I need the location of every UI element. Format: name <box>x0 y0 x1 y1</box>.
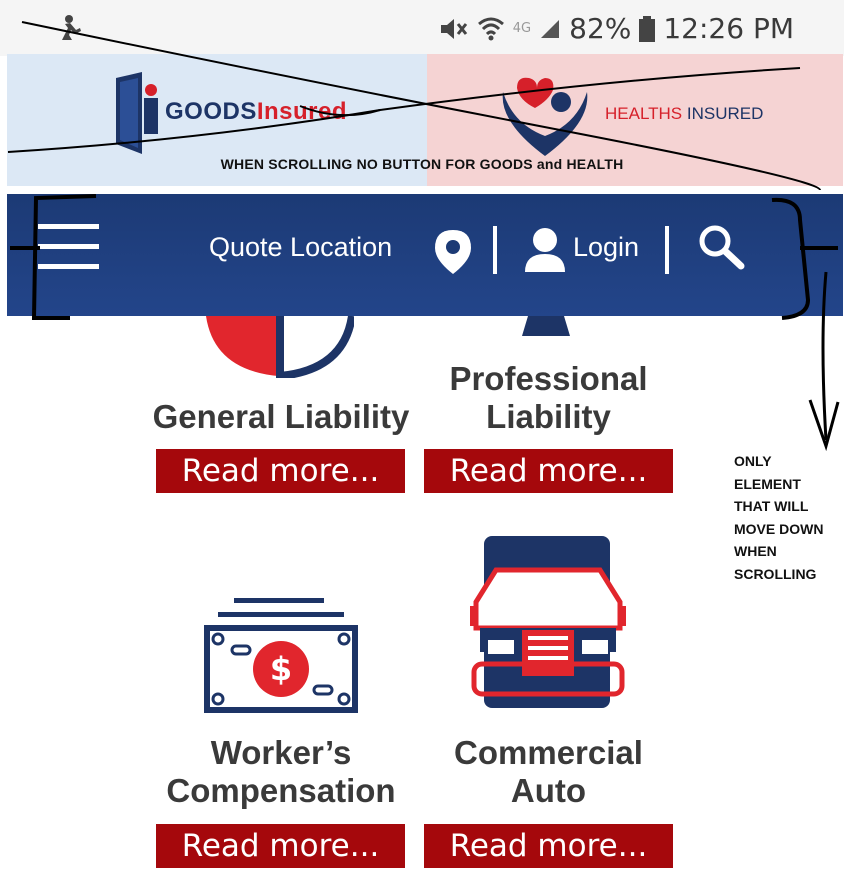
read-more-button-commercial-auto[interactable]: Read more... <box>424 824 673 868</box>
quote-location-link[interactable]: Quote Location <box>209 232 392 263</box>
hamburger-line <box>38 244 99 249</box>
card-title-line: Worker’s <box>210 734 352 771</box>
side-note-line: ELEMENT <box>734 475 801 492</box>
side-note-line: MOVE DOWN <box>734 520 824 537</box>
card-title-line: General Liability <box>152 398 410 435</box>
clock: 12:26 PM <box>663 12 794 45</box>
insured-word-health: INSURED <box>682 104 764 123</box>
nav-divider <box>665 226 669 274</box>
side-note-line: THAT WILL <box>734 498 809 514</box>
card-title-line: Liability <box>486 398 611 435</box>
briefcase-icon <box>522 316 570 336</box>
hamburger-menu-button[interactable] <box>38 224 99 274</box>
hamburger-line <box>38 224 99 229</box>
login-link[interactable]: Login <box>573 232 639 263</box>
running-man-icon <box>62 15 81 40</box>
side-note-line: ONLY <box>734 453 772 469</box>
side-note-line: WHEN <box>734 543 777 559</box>
wifi-icon <box>477 17 504 40</box>
annotation-banner-note: WHEN SCROLLING NO BUTTON FOR GOODS and H… <box>220 156 624 172</box>
insured-word: Insured <box>256 98 348 125</box>
card-title-line: Compensation <box>166 772 396 809</box>
user-icon[interactable] <box>523 226 567 274</box>
svg-text:$: $ <box>270 650 292 688</box>
location-pin-icon[interactable] <box>433 228 473 276</box>
mute-icon <box>440 18 467 39</box>
nav-divider <box>493 226 497 274</box>
arrow-head-mark <box>808 399 840 452</box>
healths-insured-logo-icon <box>502 77 588 156</box>
goods-word: GOODS <box>165 98 257 125</box>
annotation-side-note: ONLY ELEMENT THAT WILL MOVE DOWN WHEN SC… <box>734 450 844 585</box>
sticky-nav-bar: Quote Location Login <box>7 194 843 316</box>
network-label: 4G <box>512 21 532 36</box>
shield-icon <box>206 316 354 378</box>
card-title-commercial-auto: Commercial Auto <box>424 734 673 810</box>
card-title-line: Auto <box>510 772 587 809</box>
read-more-button-general-liability[interactable]: Read more... <box>156 449 405 493</box>
truck-icon <box>470 536 626 708</box>
card-title-line: Professional <box>449 360 648 397</box>
goods-insured-wordmark: GOODSInsured <box>165 98 347 126</box>
hamburger-line <box>38 264 99 269</box>
card-title-general-liability: General Liability <box>140 398 422 436</box>
signal-icon <box>541 19 560 38</box>
healths-word: HEALTHS <box>605 104 683 123</box>
card-title-workers-compensation: Worker’s Compensation <box>140 734 422 810</box>
read-more-button-workers-compensation[interactable]: Read more... <box>156 824 405 868</box>
card-title-line: Commercial <box>454 734 643 771</box>
money-bill-icon: $ <box>204 598 358 713</box>
status-bar: 4G 82% 12:26 PM <box>0 0 844 56</box>
side-note-line: SCROLLING <box>734 565 817 582</box>
card-title-professional-liability: Professional Liability <box>424 360 673 436</box>
healths-insured-wordmark: HEALTHS INSURED <box>605 104 763 124</box>
search-icon[interactable] <box>697 224 745 270</box>
battery-percent: 82% <box>569 12 632 45</box>
battery-icon <box>639 15 656 42</box>
goods-insured-logo-icon <box>116 72 158 154</box>
read-more-button-professional-liability[interactable]: Read more... <box>424 449 673 493</box>
